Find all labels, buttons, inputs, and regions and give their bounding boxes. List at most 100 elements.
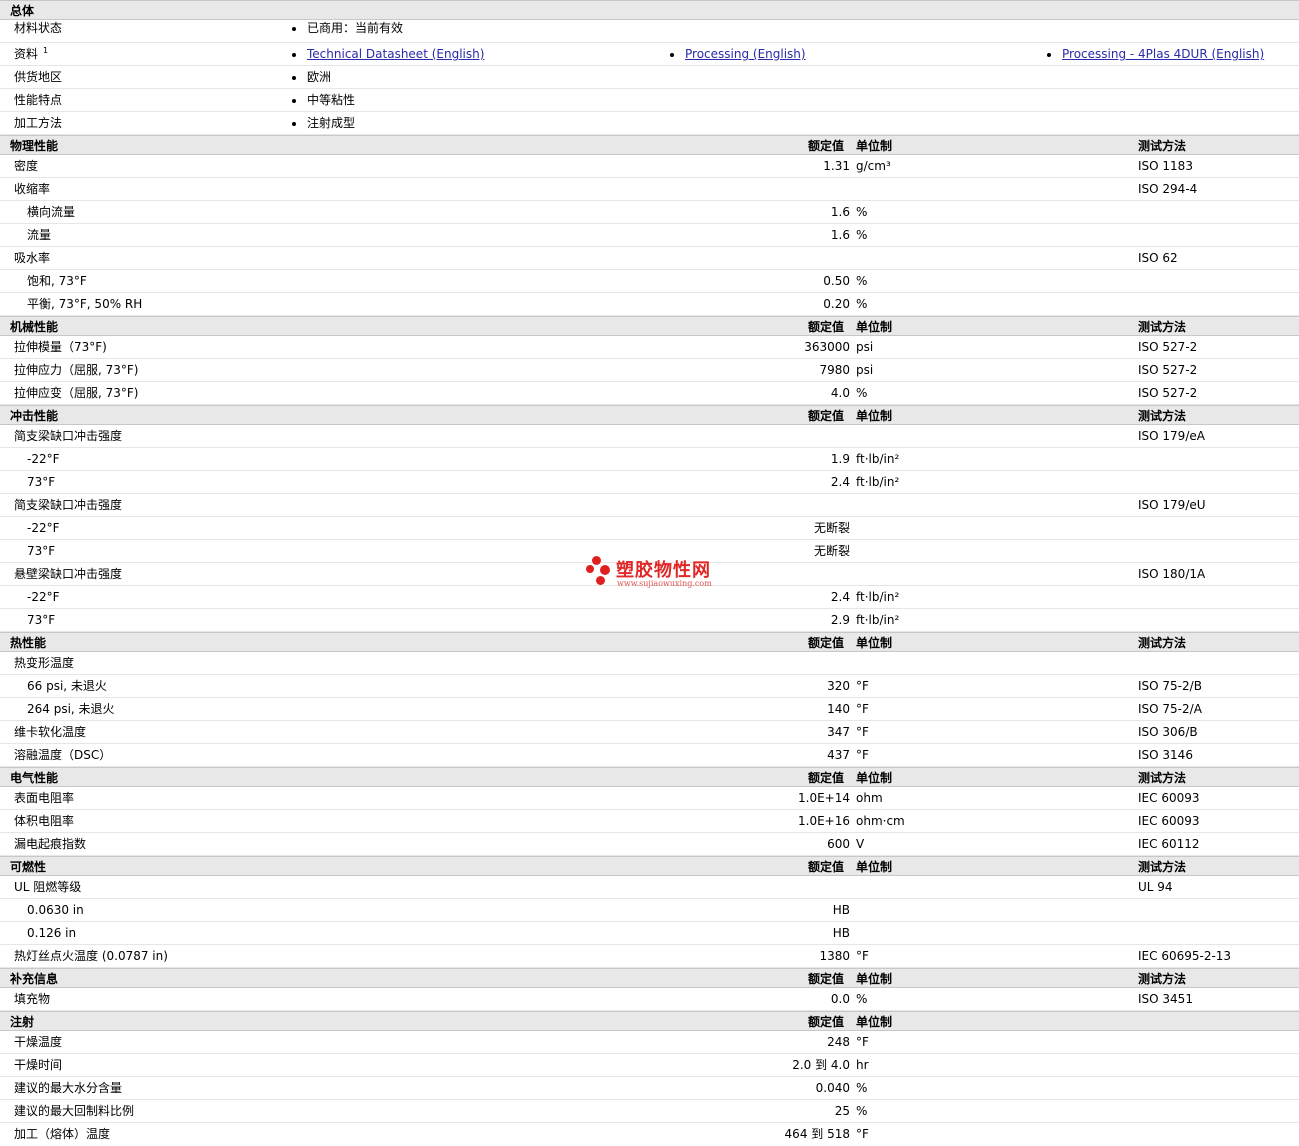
table-row: 加工（熔体）温度 464 到 518 °F <box>0 1123 1299 1146</box>
property-value: HB <box>832 903 850 917</box>
property-unit: % <box>856 1104 868 1118</box>
section-header: 物理性能 额定值 单位制 测试方法 <box>0 135 1299 155</box>
test-method: IEC 60093 <box>1138 814 1200 828</box>
property-label: -22°F <box>27 521 60 535</box>
property-unit: ft·lb/in² <box>856 613 900 627</box>
table-row: 73°F 2.9 ft·lb/in² <box>0 609 1299 632</box>
property-label: 建议的最大回制料比例 <box>14 1104 135 1118</box>
section-header: 电气性能 额定值 单位制 测试方法 <box>0 767 1299 787</box>
property-unit: V <box>856 837 865 851</box>
property-value: 1.6 <box>830 205 850 219</box>
property-value: HB <box>832 926 850 940</box>
property-label: 264 psi, 未退火 <box>27 702 115 716</box>
table-row: 0.126 in HB <box>0 922 1299 945</box>
table-row: 资料 1 Technical Datasheet (English) Processi… <box>0 43 1299 66</box>
table-row: 66 psi, 未退火 320 °F ISO 75-2/B <box>0 675 1299 698</box>
table-row: 热灯丝点火温度 (0.0787 in) 1380 °F IEC 60695-2-13 <box>0 945 1299 968</box>
property-value: 464 到 518 <box>784 1127 850 1141</box>
property-unit: °F <box>856 725 869 739</box>
bullet-item: Processing - 4Plas 4DUR (English) <box>1046 47 1264 61</box>
property-value: 363000 <box>804 340 850 354</box>
test-method: ISO 1183 <box>1138 159 1193 173</box>
test-method: ISO 75-2/B <box>1138 679 1202 693</box>
column-header-unit: 单位制 <box>856 320 893 334</box>
property-label: 加工（熔体）温度 <box>14 1127 111 1141</box>
property-unit: ft·lb/in² <box>856 452 900 466</box>
section-title: 总体 <box>10 4 35 18</box>
test-method: ISO 62 <box>1138 251 1178 265</box>
property-value: 1.0E+14 <box>798 791 850 805</box>
table-row: 维卡软化温度 347 °F ISO 306/B <box>0 721 1299 744</box>
test-method: ISO 180/1A <box>1138 567 1206 581</box>
property-label: 横向流量 <box>27 205 76 219</box>
column-header-value: 额定值 <box>808 1015 845 1029</box>
column-header-method: 测试方法 <box>1138 636 1187 650</box>
table-row: 饱和, 73°F 0.50% <box>0 270 1299 293</box>
table-row: 表面电阻率 1.0E+14 ohm IEC 60093 <box>0 787 1299 810</box>
property-label: 收缩率 <box>14 182 51 196</box>
column-header-value: 额定值 <box>808 860 845 874</box>
property-label: 0.0630 in <box>27 903 84 917</box>
section-header: 总体 <box>0 0 1299 20</box>
column-header-value: 额定值 <box>808 636 845 650</box>
property-label: 加工方法 <box>14 116 63 130</box>
property-label: 73°F <box>27 544 56 558</box>
table-row: UL 阻燃等级 UL 94 <box>0 876 1299 899</box>
property-label: -22°F <box>27 590 60 604</box>
column-header-unit: 单位制 <box>856 771 893 785</box>
property-unit: % <box>856 228 868 242</box>
table-row: 流量 1.6% <box>0 224 1299 247</box>
table-row: -22°F 1.9 ft·lb/in² <box>0 448 1299 471</box>
property-value: 2.4 <box>830 590 850 604</box>
table-row: 0.0630 in HB <box>0 899 1299 922</box>
column-header-method: 测试方法 <box>1138 972 1187 986</box>
table-row: 收缩率 ISO 294-4 <box>0 178 1299 201</box>
table-row: 加工方法 注射成型 <box>0 112 1299 135</box>
property-label: 平衡, 73°F, 50% RH <box>27 297 143 311</box>
table-row: 热变形温度 <box>0 652 1299 675</box>
datasheet-link[interactable]: Processing - 4Plas 4DUR (English) <box>1062 47 1264 61</box>
property-label: 饱和, 73°F <box>27 274 87 288</box>
bullet-item: Processing (English) <box>670 47 806 61</box>
property-label: -22°F <box>27 452 60 466</box>
table-row: 拉伸应力（屈服, 73°F) 7980 psi ISO 527-2 <box>0 359 1299 382</box>
property-unit: °F <box>856 949 869 963</box>
property-value: 0.0 <box>830 992 850 1006</box>
test-method: IEC 60112 <box>1138 837 1200 851</box>
section-header: 热性能 额定值 单位制 测试方法 <box>0 632 1299 652</box>
column-header-unit: 单位制 <box>856 1015 893 1029</box>
table-row: -22°F 无断裂 <box>0 517 1299 540</box>
property-label: 拉伸应力（屈服, 73°F) <box>14 363 139 377</box>
column-header-value: 额定值 <box>808 771 845 785</box>
datasheet-link[interactable]: Technical Datasheet (English) <box>307 47 484 61</box>
section-title: 补充信息 <box>10 972 59 986</box>
property-unit: % <box>856 297 868 311</box>
column-header-value: 额定值 <box>808 409 845 423</box>
bullet-item: 欧洲 <box>291 70 332 84</box>
property-label: 简支梁缺口冲击强度 <box>14 498 123 512</box>
property-label: 0.126 in <box>27 926 77 940</box>
section-header: 补充信息 额定值 单位制 测试方法 <box>0 968 1299 988</box>
property-value: 347 <box>827 725 850 739</box>
test-method: ISO 179/eA <box>1138 429 1205 443</box>
property-label: 密度 <box>14 159 39 173</box>
property-unit: °F <box>856 1127 869 1141</box>
property-unit: % <box>856 274 868 288</box>
datasheet-link[interactable]: Processing (English) <box>685 47 806 61</box>
property-label: 材料状态 <box>14 21 63 35</box>
test-method: IEC 60093 <box>1138 791 1200 805</box>
test-method: ISO 75-2/A <box>1138 702 1202 716</box>
test-method: ISO 179/eU <box>1138 498 1206 512</box>
column-header-unit: 单位制 <box>856 972 893 986</box>
property-unit: g/cm³ <box>856 159 891 173</box>
property-value: 2.4 <box>830 475 850 489</box>
property-label: 吸水率 <box>14 251 51 265</box>
table-row: 吸水率 ISO 62 <box>0 247 1299 270</box>
property-value: 4.0 <box>830 386 850 400</box>
property-label: 拉伸应变（屈服, 73°F) <box>14 386 139 400</box>
property-value: 248 <box>827 1035 850 1049</box>
column-header-unit: 单位制 <box>856 139 893 153</box>
column-header-method: 测试方法 <box>1138 409 1187 423</box>
property-label: 供货地区 <box>14 70 63 84</box>
property-label: 干燥温度 <box>14 1035 63 1049</box>
